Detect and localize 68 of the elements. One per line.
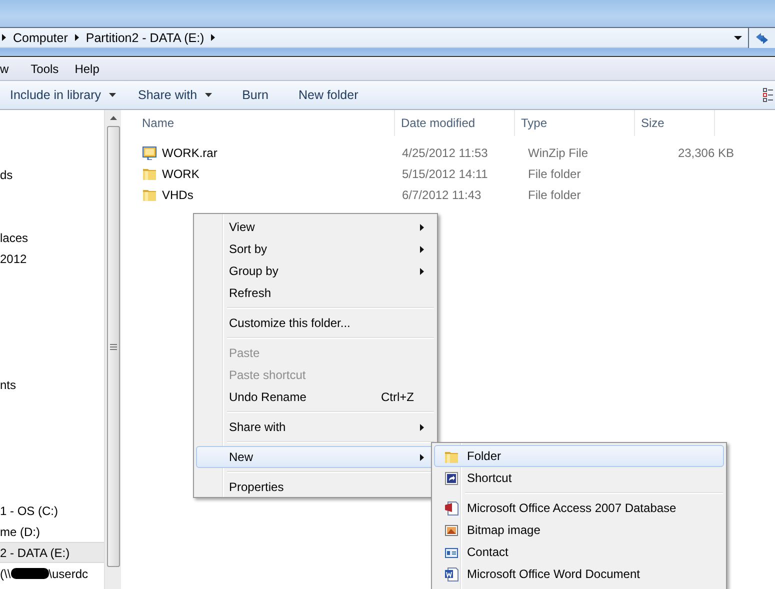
menu-item[interactable]: w xyxy=(0,62,23,76)
scroll-thumb[interactable] xyxy=(106,126,120,567)
sidebar-item[interactable]: me (D:) xyxy=(0,521,104,542)
menu-item[interactable]: Tools xyxy=(22,62,67,76)
toolbar-button[interactable]: Burn xyxy=(232,88,268,102)
archive-icon xyxy=(142,145,157,160)
sidebar-item[interactable]: nts xyxy=(0,374,104,395)
column-header[interactable]: Date modified xyxy=(395,110,515,136)
file-name[interactable]: WORK xyxy=(162,166,200,180)
menu-item[interactable]: Group by xyxy=(196,260,435,282)
address-bar[interactable]: Computer Partition2 - DATA (E:) xyxy=(0,27,775,48)
document-icon xyxy=(444,500,458,516)
sidebar-item[interactable]: ds xyxy=(0,164,104,185)
menu-item[interactable]: Customize this folder... xyxy=(196,312,435,334)
file-name[interactable]: WORK.rar xyxy=(162,146,218,160)
column-header[interactable]: Type xyxy=(515,110,635,136)
menu-item[interactable]: Shortcut xyxy=(434,467,724,489)
breadcrumb[interactable]: Partition2 - DATA (E:) xyxy=(86,30,204,44)
redaction-mark xyxy=(10,568,49,579)
dropdown-icon xyxy=(734,36,742,40)
menu-item[interactable]: Help xyxy=(66,62,108,76)
table-cell-text: File folder xyxy=(527,188,582,202)
folder-icon xyxy=(142,187,157,202)
refresh-icon xyxy=(755,30,769,44)
column-header[interactable]: Size xyxy=(635,110,715,136)
sidebar-item[interactable]: 1 - OS (C:) xyxy=(0,500,104,521)
menu-item[interactable]: Refresh xyxy=(196,282,435,304)
chevron-icon xyxy=(211,34,216,41)
menu-item[interactable]: View xyxy=(196,216,435,238)
view-button[interactable] xyxy=(763,88,773,102)
chevron-icon xyxy=(2,34,6,41)
menu-item[interactable]: Bitmap image xyxy=(434,519,724,541)
file-name[interactable]: VHDs xyxy=(162,188,194,202)
sidebar-item[interactable]: laces xyxy=(0,227,104,248)
menu-item[interactable]: Folder xyxy=(434,445,724,467)
table-cell-text: 5/15/2012 14:11 xyxy=(401,166,489,180)
table-cell-text: WinZip File xyxy=(527,146,590,160)
table-cell-text: 4/25/2012 11:53 xyxy=(401,146,489,160)
item-label: \userdc xyxy=(48,566,88,580)
menu-item[interactable]: Microsoft Office Word Document xyxy=(434,563,724,585)
shortcut-icon xyxy=(444,470,458,486)
table-cell-text: File folder xyxy=(527,166,582,180)
menu-item[interactable]: Properties xyxy=(196,476,435,498)
toolbar-button[interactable]: Include in library xyxy=(0,88,116,102)
sidebar-item[interactable]: (\\ \userdc xyxy=(0,563,104,584)
menu-item[interactable]: Share with xyxy=(196,416,435,438)
menu-item[interactable]: Sort by xyxy=(196,238,435,260)
menu-item[interactable]: Contact xyxy=(434,541,724,563)
menu-item[interactable]: Microsoft Office Access 2007 Database xyxy=(434,497,724,519)
picture-icon xyxy=(444,522,458,538)
shortcut-label: Ctrl+Z xyxy=(381,390,414,404)
scrollbar[interactable] xyxy=(104,110,121,589)
sidebar-item[interactable]: 2012 xyxy=(0,248,104,269)
breadcrumb[interactable]: Computer xyxy=(13,30,68,44)
details-view-icon xyxy=(763,88,773,102)
item-label: (\\ xyxy=(0,566,11,580)
toolbar-button[interactable]: Share with xyxy=(128,88,212,102)
scroll-up-icon[interactable] xyxy=(110,116,116,120)
document-icon xyxy=(444,566,458,582)
menu-item[interactable]: Undo Rename Ctrl+Z xyxy=(196,386,435,408)
toolbar-button[interactable]: New folder xyxy=(288,88,358,102)
table-cell: 23,306 KB xyxy=(678,146,734,160)
sidebar-item[interactable]: 2 - DATA (E:) xyxy=(0,542,104,563)
table-cell-text: 6/7/2012 11:43 xyxy=(401,188,482,202)
refresh-button[interactable] xyxy=(748,28,775,48)
column-header[interactable]: Name xyxy=(141,110,395,136)
folder-icon xyxy=(142,166,157,181)
chevron-icon xyxy=(74,34,79,41)
